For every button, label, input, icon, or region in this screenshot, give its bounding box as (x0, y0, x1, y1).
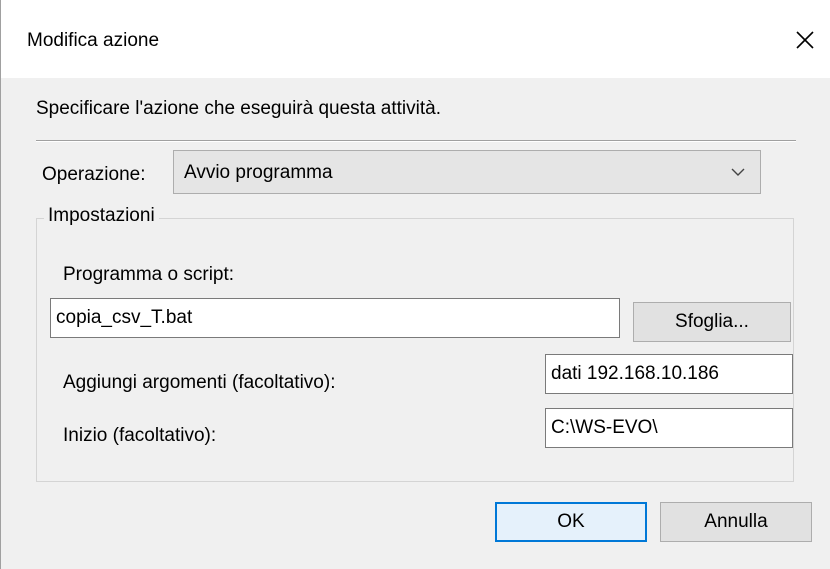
instruction-text: Specificare l'azione che eseguirà questa… (36, 98, 441, 119)
program-input[interactable]: copia_csv_T.bat (50, 298, 620, 338)
program-label: Programma o script: (63, 264, 235, 285)
arguments-label: Aggiungi argomenti (facoltativo): (63, 372, 336, 393)
chevron-down-icon (731, 168, 745, 176)
divider (36, 140, 796, 142)
browse-button[interactable]: Sfoglia... (633, 302, 791, 342)
settings-legend: Impostazioni (44, 205, 159, 227)
ok-button[interactable]: OK (495, 502, 647, 542)
edit-action-dialog: Modifica azione Specificare l'azione che… (0, 0, 830, 569)
operation-select[interactable]: Avvio programma (173, 150, 761, 194)
close-button[interactable] (787, 22, 823, 58)
title-bar: Modifica azione (1, 0, 830, 78)
start-in-label: Inizio (facoltativo): (63, 425, 217, 446)
dialog-title: Modifica azione (27, 30, 160, 51)
arguments-input[interactable]: dati 192.168.10.186 (545, 354, 793, 394)
operation-label: Operazione: (42, 164, 146, 185)
start-in-input[interactable]: C:\WS-EVO\ (545, 408, 793, 448)
cancel-button[interactable]: Annulla (660, 502, 812, 542)
close-icon (796, 31, 814, 49)
operation-selected-value: Avvio programma (184, 162, 333, 183)
